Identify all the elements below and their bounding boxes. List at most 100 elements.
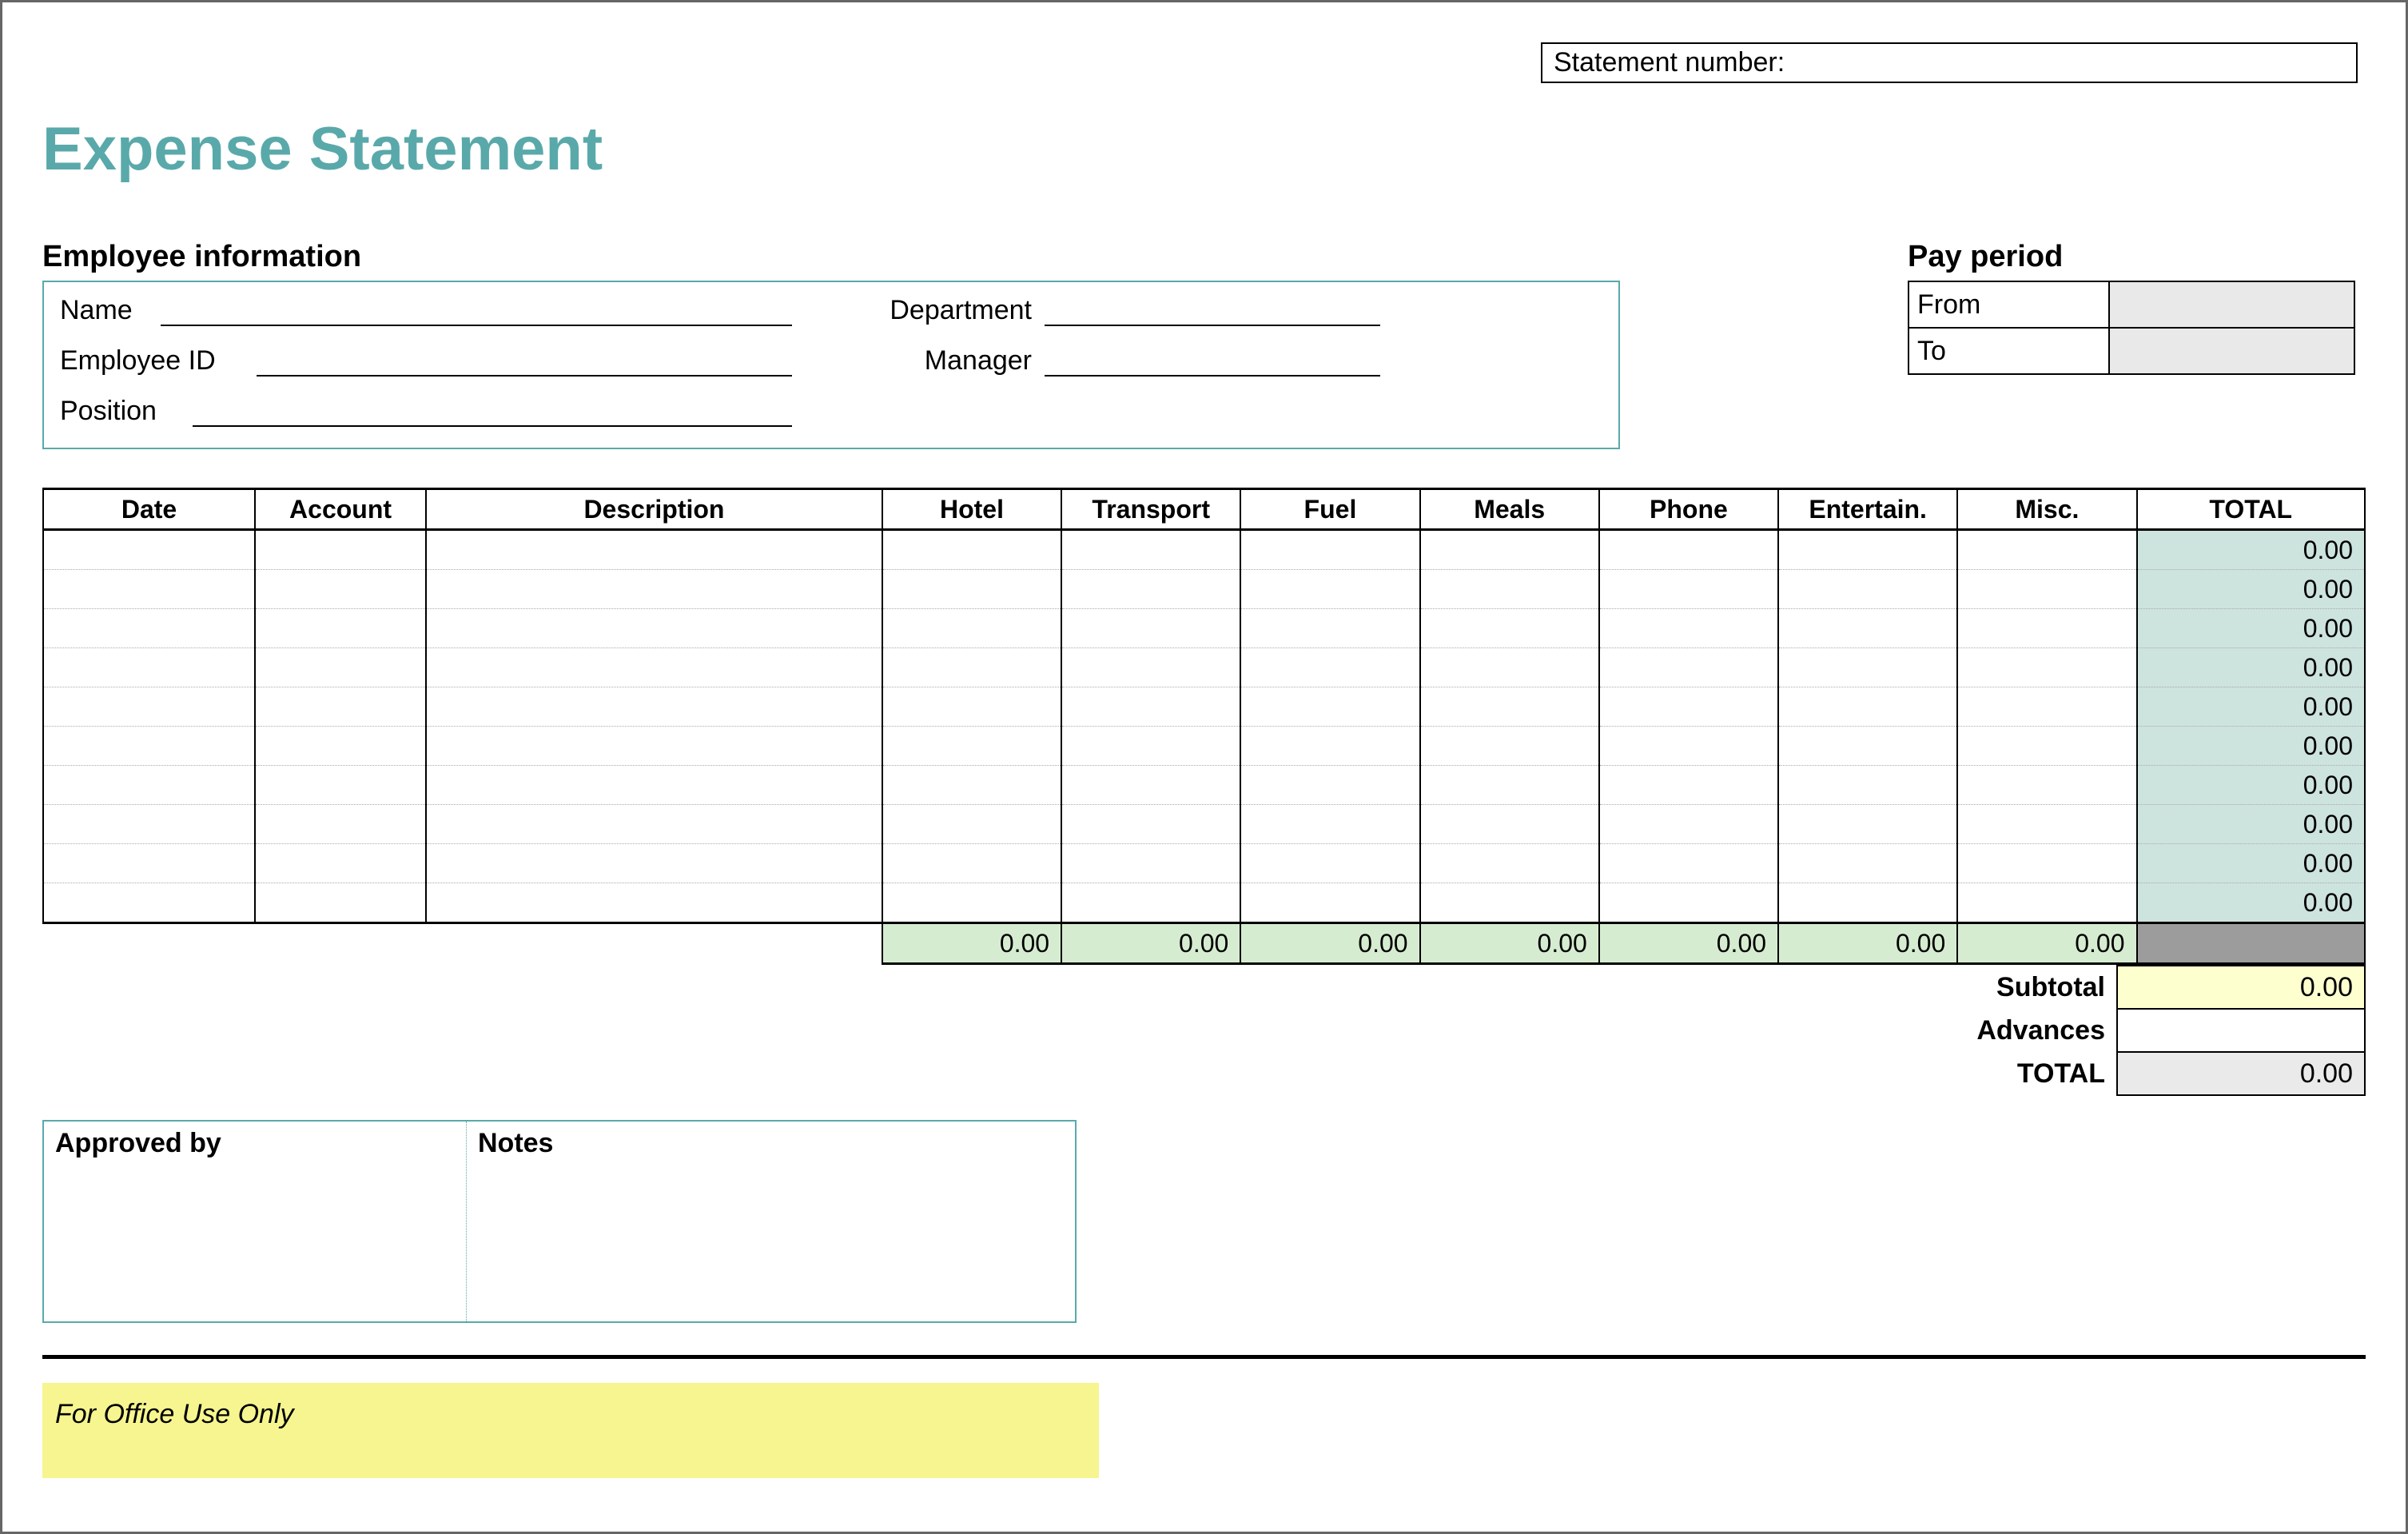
cell-description[interactable] [426,844,882,883]
cell-account[interactable] [255,570,426,609]
cell-misc[interactable] [1957,805,2136,844]
cell-transport[interactable] [1061,687,1240,727]
cell-fuel[interactable] [1240,805,1419,844]
cell-transport[interactable] [1061,648,1240,687]
cell-account[interactable] [255,883,426,923]
cell-fuel[interactable] [1240,687,1419,727]
cell-date[interactable] [43,570,255,609]
cell-entertain[interactable] [1778,805,1957,844]
cell-description[interactable] [426,570,882,609]
cell-entertain[interactable] [1778,648,1957,687]
cell-entertain[interactable] [1778,766,1957,805]
cell-fuel[interactable] [1240,570,1419,609]
cell-entertain[interactable] [1778,570,1957,609]
cell-phone[interactable] [1599,727,1778,766]
cell-date[interactable] [43,844,255,883]
cell-hotel[interactable] [882,727,1061,766]
cell-account[interactable] [255,648,426,687]
cell-date[interactable] [43,883,255,923]
cell-phone[interactable] [1599,883,1778,923]
cell-description[interactable] [426,883,882,923]
cell-hotel[interactable] [882,687,1061,727]
cell-transport[interactable] [1061,883,1240,923]
cell-misc[interactable] [1957,883,2136,923]
cell-entertain[interactable] [1778,844,1957,883]
cell-entertain[interactable] [1778,883,1957,923]
cell-account[interactable] [255,687,426,727]
cell-date[interactable] [43,766,255,805]
cell-meals[interactable] [1420,570,1599,609]
cell-meals[interactable] [1420,530,1599,570]
cell-entertain[interactable] [1778,687,1957,727]
advances-value[interactable] [2117,1009,2365,1052]
cell-phone[interactable] [1599,609,1778,648]
cell-account[interactable] [255,609,426,648]
department-field[interactable] [1045,297,1380,326]
cell-transport[interactable] [1061,570,1240,609]
cell-phone[interactable] [1599,844,1778,883]
name-field[interactable] [161,297,792,326]
cell-meals[interactable] [1420,687,1599,727]
cell-account[interactable] [255,530,426,570]
cell-description[interactable] [426,609,882,648]
cell-transport[interactable] [1061,805,1240,844]
manager-field[interactable] [1045,348,1380,377]
cell-misc[interactable] [1957,727,2136,766]
cell-transport[interactable] [1061,530,1240,570]
cell-hotel[interactable] [882,805,1061,844]
cell-misc[interactable] [1957,766,2136,805]
cell-fuel[interactable] [1240,766,1419,805]
cell-misc[interactable] [1957,530,2136,570]
cell-date[interactable] [43,727,255,766]
cell-meals[interactable] [1420,727,1599,766]
cell-misc[interactable] [1957,609,2136,648]
cell-transport[interactable] [1061,844,1240,883]
statement-number-box[interactable]: Statement number: [1541,42,2358,83]
cell-entertain[interactable] [1778,530,1957,570]
cell-hotel[interactable] [882,766,1061,805]
cell-transport[interactable] [1061,609,1240,648]
cell-date[interactable] [43,609,255,648]
cell-hotel[interactable] [882,844,1061,883]
cell-account[interactable] [255,805,426,844]
cell-fuel[interactable] [1240,609,1419,648]
cell-meals[interactable] [1420,766,1599,805]
cell-date[interactable] [43,805,255,844]
cell-misc[interactable] [1957,570,2136,609]
cell-date[interactable] [43,648,255,687]
cell-description[interactable] [426,727,882,766]
cell-meals[interactable] [1420,883,1599,923]
cell-description[interactable] [426,805,882,844]
cell-meals[interactable] [1420,648,1599,687]
cell-fuel[interactable] [1240,648,1419,687]
cell-hotel[interactable] [882,609,1061,648]
cell-phone[interactable] [1599,648,1778,687]
cell-meals[interactable] [1420,844,1599,883]
cell-date[interactable] [43,687,255,727]
cell-fuel[interactable] [1240,727,1419,766]
position-field[interactable] [193,398,792,427]
cell-phone[interactable] [1599,805,1778,844]
cell-meals[interactable] [1420,609,1599,648]
cell-description[interactable] [426,766,882,805]
cell-fuel[interactable] [1240,844,1419,883]
cell-phone[interactable] [1599,766,1778,805]
pay-period-to-value[interactable] [2109,328,2354,374]
cell-hotel[interactable] [882,883,1061,923]
cell-account[interactable] [255,766,426,805]
cell-description[interactable] [426,687,882,727]
cell-account[interactable] [255,844,426,883]
cell-transport[interactable] [1061,727,1240,766]
cell-hotel[interactable] [882,570,1061,609]
cell-misc[interactable] [1957,844,2136,883]
cell-description[interactable] [426,648,882,687]
cell-meals[interactable] [1420,805,1599,844]
cell-account[interactable] [255,727,426,766]
cell-fuel[interactable] [1240,530,1419,570]
cell-description[interactable] [426,530,882,570]
cell-fuel[interactable] [1240,883,1419,923]
cell-transport[interactable] [1061,766,1240,805]
cell-phone[interactable] [1599,687,1778,727]
cell-date[interactable] [43,530,255,570]
cell-hotel[interactable] [882,648,1061,687]
